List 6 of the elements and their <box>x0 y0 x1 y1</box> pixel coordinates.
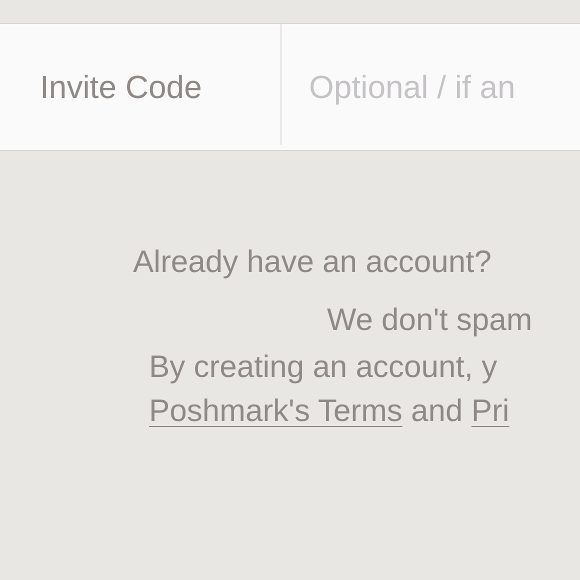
privacy-link[interactable]: Pri <box>471 393 510 428</box>
legal-text: By creating an account, y Poshmark's Terms and Pri <box>149 348 510 430</box>
spam-note: We don't spam <box>327 301 532 339</box>
terms-link[interactable]: Poshmark's Terms <box>149 393 402 428</box>
login-prompt: Already have an account? <box>133 243 492 281</box>
field-label: Invite Code <box>40 68 203 106</box>
